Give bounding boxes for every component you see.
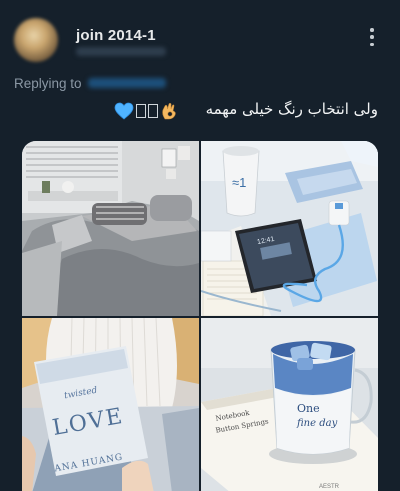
- drink-photo[interactable]: Notebook Button Springs AESTR One fine d…: [201, 318, 378, 491]
- mug-text-top: One: [297, 402, 320, 415]
- more-options-icon[interactable]: [362, 26, 382, 48]
- bedroom-photo[interactable]: [22, 141, 199, 316]
- avatar[interactable]: [14, 18, 58, 62]
- reply-handle-link-blurred[interactable]: [88, 78, 166, 88]
- author-display-name[interactable]: join 2014-1: [76, 27, 156, 44]
- cup-brand-text: ≈1: [232, 175, 246, 190]
- replying-to-label: Replying to: [14, 76, 82, 91]
- desk-photo[interactable]: ≈1 12:41: [201, 141, 378, 316]
- tweet-text: ولی انتخاب رنگ خیلی مهمه: [205, 100, 378, 118]
- media-grid[interactable]: ≈1 12:41 twisted LOVE ANA HUANG Notebook…: [22, 141, 378, 491]
- tweet-emojis: [114, 100, 178, 122]
- mug-text-script: fine day: [296, 418, 338, 429]
- ok-hand-icon: [162, 102, 176, 120]
- missing-glyph-box-icon: [148, 104, 158, 118]
- notebook-footer: AESTR: [319, 484, 340, 490]
- author-handle-blurred[interactable]: [76, 47, 166, 56]
- blue-heart-icon: [114, 102, 134, 120]
- book-photo[interactable]: twisted LOVE ANA HUANG: [22, 318, 199, 491]
- missing-glyph-box-icon: [136, 104, 146, 118]
